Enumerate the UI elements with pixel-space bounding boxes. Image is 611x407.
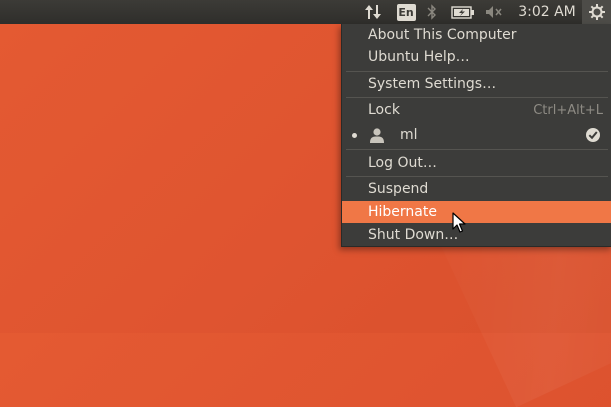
gear-icon <box>588 4 605 20</box>
menu-item-shut-down[interactable]: Shut Down… <box>342 224 611 246</box>
menu-item-suspend[interactable]: Suspend <box>342 178 611 200</box>
clock[interactable]: 3:02 AM <box>516 0 578 24</box>
bluetooth-icon <box>427 4 436 20</box>
menu-separator <box>346 97 608 98</box>
lock-shortcut: Ctrl+Alt+L <box>533 102 603 118</box>
volume-indicator[interactable] <box>484 0 504 24</box>
menu-separator <box>346 71 608 72</box>
network-updown-icon <box>365 5 381 19</box>
menu-item-label: Suspend <box>368 181 429 197</box>
active-bullet <box>352 133 357 138</box>
menu-item-label: About This Computer <box>368 27 517 43</box>
top-panel: En 3:02 AM <box>0 0 611 24</box>
session-menu: About This Computer Ubuntu Help… System … <box>341 24 611 247</box>
menu-item-system-settings[interactable]: System Settings… <box>342 73 611 95</box>
menu-item-lock[interactable]: Lock Ctrl+Alt+L <box>342 99 611 121</box>
keyboard-layout-indicator[interactable]: En <box>395 0 417 24</box>
menu-item-label: Log Out… <box>368 155 437 171</box>
menu-item-label: Shut Down… <box>368 227 459 243</box>
checkmark-icon <box>586 128 600 142</box>
volume-muted-icon <box>486 6 502 18</box>
menu-item-log-out[interactable]: Log Out… <box>342 152 611 174</box>
menu-item-label: Lock <box>368 102 400 118</box>
user-name: ml <box>400 127 418 143</box>
menu-item-about[interactable]: About This Computer <box>342 24 611 46</box>
menu-item-label: System Settings… <box>368 76 497 92</box>
battery-indicator[interactable] <box>450 0 476 24</box>
battery-icon <box>451 5 474 19</box>
menu-item-hibernate[interactable]: Hibernate <box>342 201 611 223</box>
menu-separator <box>346 176 608 177</box>
menu-item-label: Hibernate <box>368 204 437 220</box>
network-indicator[interactable] <box>362 0 384 24</box>
keyboard-layout-label: En <box>396 3 416 21</box>
menu-item-label: Ubuntu Help… <box>368 49 470 65</box>
menu-separator <box>346 149 608 150</box>
menu-item-user[interactable]: ml <box>342 124 611 146</box>
bluetooth-indicator[interactable] <box>424 0 440 24</box>
session-indicator[interactable] <box>582 0 611 24</box>
user-icon <box>370 128 384 143</box>
mouse-pointer-icon <box>452 212 466 233</box>
menu-item-help[interactable]: Ubuntu Help… <box>342 46 611 68</box>
